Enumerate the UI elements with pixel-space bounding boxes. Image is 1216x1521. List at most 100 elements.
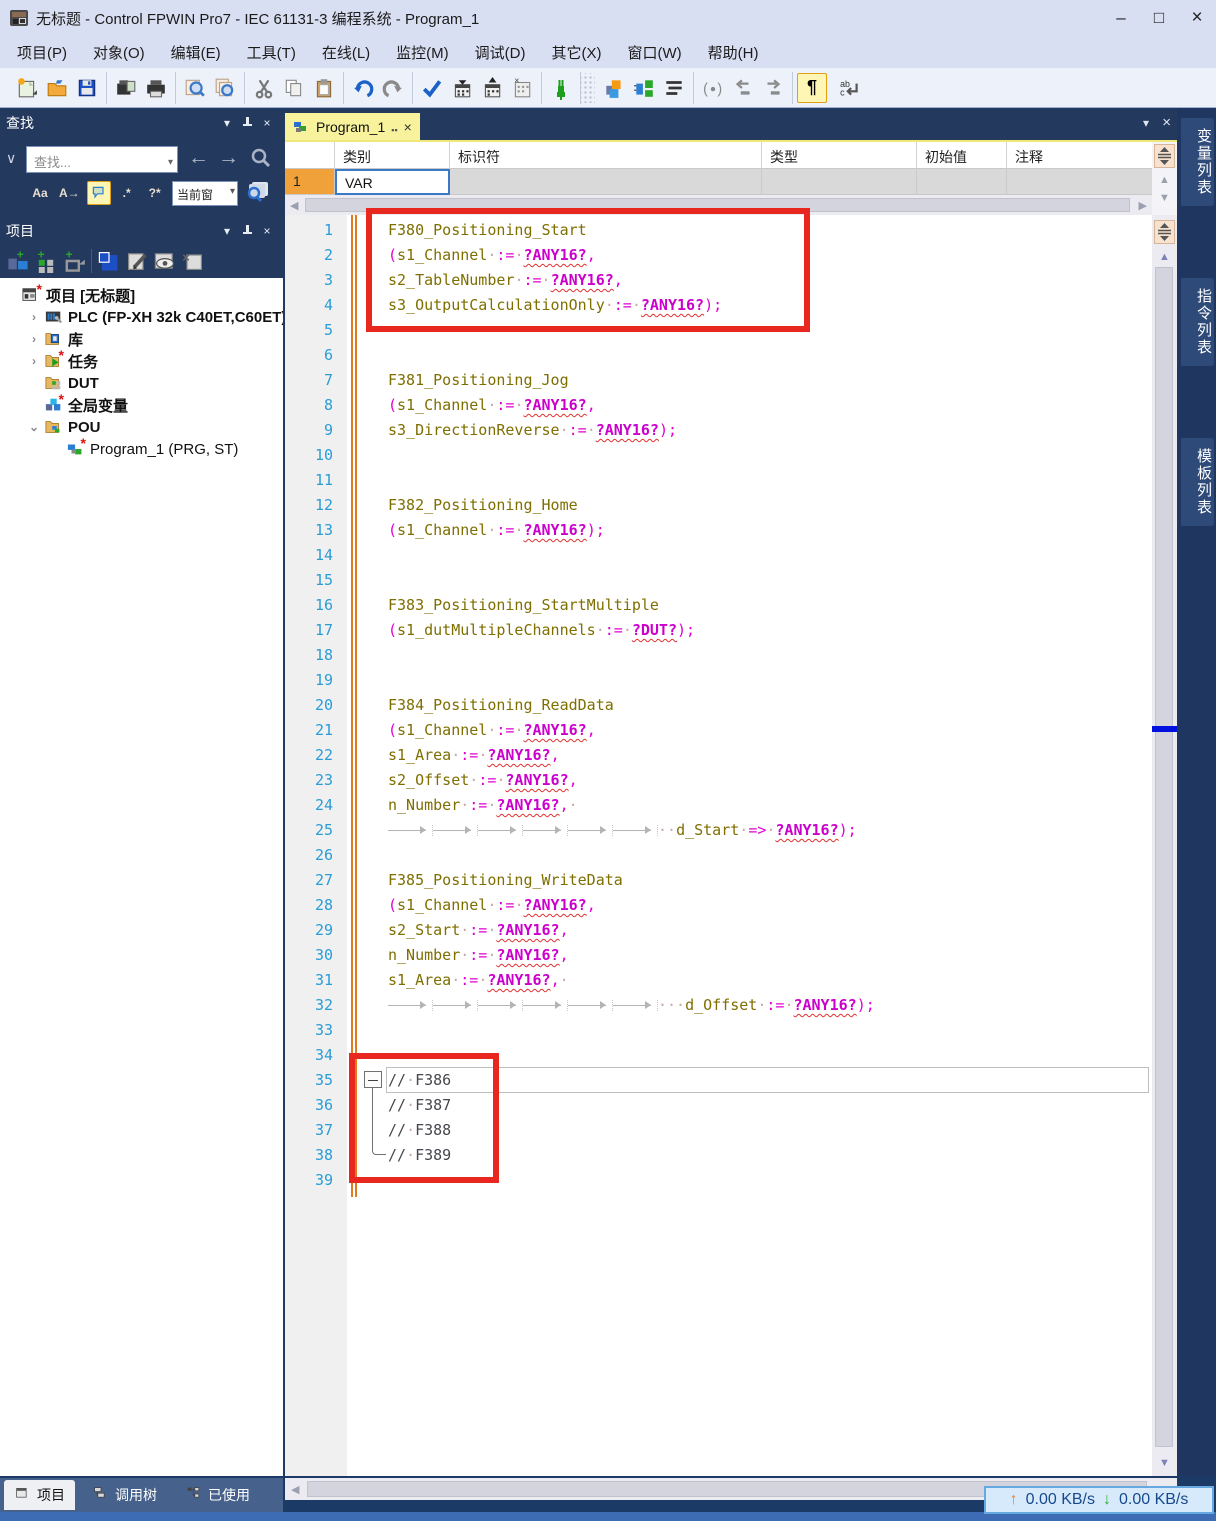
code-line-6[interactable]: 6 bbox=[285, 343, 1152, 368]
tree-expander-icon[interactable]: ⌄ bbox=[26, 420, 42, 434]
col-header-type[interactable]: 类型 bbox=[762, 142, 917, 169]
right-dock-tab-2[interactable]: 模板列表 bbox=[1181, 438, 1214, 526]
menu-item-5[interactable]: 监控(M) bbox=[383, 37, 462, 68]
code-line-28[interactable]: 28(s1_Channel·:=·?ANY16?, bbox=[285, 893, 1152, 918]
tree-expander-icon[interactable]: › bbox=[26, 310, 42, 324]
scroll-left-icon[interactable]: ◀ bbox=[290, 199, 298, 212]
search-input[interactable]: 查找... ▾ bbox=[26, 146, 178, 173]
tree-item-plc-fp-xh-32k-c40et-c60et-[interactable]: ›PLC (FP-XH 32k C40ET,C60ET) bbox=[0, 306, 283, 328]
search-icon[interactable] bbox=[250, 147, 272, 174]
code-line-22[interactable]: 22s1_Area·:=·?ANY16?, bbox=[285, 743, 1152, 768]
add-dut-icon[interactable]: + bbox=[32, 247, 60, 275]
minimize-button[interactable]: – bbox=[1104, 4, 1138, 32]
upload-from-plc-icon[interactable] bbox=[477, 73, 507, 103]
code-line-8[interactable]: 8(s1_Channel·:=·?ANY16?, bbox=[285, 393, 1152, 418]
initial-cell[interactable] bbox=[917, 169, 1007, 195]
menu-item-7[interactable]: 其它(X) bbox=[539, 37, 615, 68]
insert-variable-icon[interactable] bbox=[599, 73, 629, 103]
menu-item-3[interactable]: 工具(T) bbox=[234, 37, 309, 68]
menu-item-6[interactable]: 调试(D) bbox=[462, 37, 539, 68]
code-line-7[interactable]: 7F381_Positioning_Jog bbox=[285, 368, 1152, 393]
close-button[interactable]: × bbox=[1180, 4, 1214, 32]
code-line-15[interactable]: 15 bbox=[285, 568, 1152, 593]
code-line-26[interactable]: 26 bbox=[285, 843, 1152, 868]
braces-icon[interactable]: () bbox=[698, 73, 728, 103]
search-all-windows-icon[interactable] bbox=[244, 180, 272, 211]
tab-close-icon[interactable]: × bbox=[404, 119, 412, 135]
code-line-16[interactable]: 16F383_Positioning_StartMultiple bbox=[285, 593, 1152, 618]
code-line-30[interactable]: 30n_Number·:=·?ANY16?, bbox=[285, 943, 1152, 968]
tab-program-1[interactable]: Program_1 ▪▪ × bbox=[285, 113, 420, 140]
code-line-23[interactable]: 23s2_Offset·:=·?ANY16?, bbox=[285, 768, 1152, 793]
redo-icon[interactable] bbox=[378, 73, 408, 103]
wildcard-button[interactable]: ?* bbox=[143, 181, 167, 205]
new-object-icon[interactable] bbox=[95, 247, 123, 275]
jump-forward-icon[interactable] bbox=[758, 73, 788, 103]
code-line-11[interactable]: 11 bbox=[285, 468, 1152, 493]
tree-item-program-1-prg-st-[interactable]: *Program_1 (PRG, ST) bbox=[0, 438, 283, 460]
tree-item--[interactable]: *项目 [无标题] bbox=[0, 284, 283, 306]
tree-item-dut[interactable]: DUT bbox=[0, 372, 283, 394]
code-line-17[interactable]: 17(s1_dutMultipleChannels·:=·?DUT?); bbox=[285, 618, 1152, 643]
view-object-icon[interactable] bbox=[151, 247, 179, 275]
grid-scroll-down-icon[interactable]: ▼ bbox=[1159, 192, 1170, 204]
comment-cell[interactable] bbox=[1007, 169, 1152, 195]
code-line-9[interactable]: 9s3_DirectionReverse·:=·?ANY16?); bbox=[285, 418, 1152, 443]
code-line-33[interactable]: 33 bbox=[285, 1018, 1152, 1043]
show-whitespace-icon[interactable]: ¶ bbox=[797, 73, 827, 103]
tab-list-dropdown-icon[interactable]: ▾ bbox=[1143, 116, 1149, 130]
match-case-button[interactable]: Aa bbox=[28, 181, 52, 205]
find-icon[interactable] bbox=[180, 73, 210, 103]
dock-tab-1[interactable]: 调用树 bbox=[82, 1480, 167, 1510]
menu-item-9[interactable]: 帮助(H) bbox=[695, 37, 772, 68]
regex-button[interactable]: .* bbox=[115, 181, 139, 205]
editor-splitter-icon[interactable] bbox=[1154, 220, 1175, 244]
row-number-cell[interactable]: 1 bbox=[285, 169, 335, 195]
code-editor[interactable]: 1F380_Positioning_Start2(s1_Channel·:=·?… bbox=[285, 215, 1152, 1476]
search-history-dropdown-icon[interactable]: ▾ bbox=[168, 157, 173, 168]
pin-icon[interactable] bbox=[237, 224, 257, 239]
add-pou-icon[interactable]: + bbox=[4, 247, 32, 275]
grid-splitter-icon[interactable] bbox=[1154, 144, 1175, 168]
menu-item-2[interactable]: 编辑(E) bbox=[158, 37, 234, 68]
col-header-initial[interactable]: 初始值 bbox=[917, 142, 1007, 169]
whole-word-button[interactable]: A→ bbox=[56, 181, 83, 205]
verify-plc-icon[interactable]: × bbox=[507, 73, 537, 103]
convert-text-icon[interactable]: abc bbox=[835, 73, 865, 103]
pin-icon[interactable] bbox=[237, 116, 257, 131]
compile-check-icon[interactable] bbox=[417, 73, 447, 103]
print-preview-icon[interactable] bbox=[111, 73, 141, 103]
grid-scroll-up-icon[interactable]: ▲ bbox=[1159, 174, 1170, 186]
online-mode-icon[interactable] bbox=[546, 73, 576, 103]
scroll-left-icon[interactable]: ◀ bbox=[291, 1483, 299, 1496]
tree-item-pou[interactable]: ⌄POU bbox=[0, 416, 283, 438]
right-dock-tab-0[interactable]: 变量列表 bbox=[1181, 118, 1214, 206]
panel-menu-icon[interactable]: ▾ bbox=[217, 224, 237, 238]
find-previous-button[interactable]: ← bbox=[188, 146, 209, 170]
code-line-27[interactable]: 27F385_Positioning_WriteData bbox=[285, 868, 1152, 893]
paste-icon[interactable] bbox=[309, 73, 339, 103]
code-line-31[interactable]: 31s1_Area·:=·?ANY16?,· bbox=[285, 968, 1152, 993]
panel-menu-icon[interactable]: ▾ bbox=[217, 116, 237, 130]
tree-expander-icon[interactable]: › bbox=[26, 354, 42, 368]
code-line-12[interactable]: 12F382_Positioning_Home bbox=[285, 493, 1152, 518]
document-close-icon[interactable]: × bbox=[1162, 114, 1171, 131]
undo-icon[interactable] bbox=[348, 73, 378, 103]
editor-scroll-down-icon[interactable]: ▼ bbox=[1159, 1457, 1170, 1469]
download-to-plc-icon[interactable] bbox=[447, 73, 477, 103]
expand-search-options-icon[interactable]: ∨ bbox=[6, 150, 16, 167]
type-cell[interactable] bbox=[762, 169, 917, 195]
open-folder-icon[interactable] bbox=[42, 73, 72, 103]
scroll-right-icon[interactable]: ▶ bbox=[1139, 199, 1147, 212]
new-file-icon[interactable] bbox=[12, 73, 42, 103]
cut-icon[interactable] bbox=[249, 73, 279, 103]
code-line-14[interactable]: 14 bbox=[285, 543, 1152, 568]
find-next-button[interactable]: → bbox=[218, 146, 239, 170]
tree-item--[interactable]: ›库 bbox=[0, 328, 283, 350]
menu-item-4[interactable]: 在线(L) bbox=[309, 37, 383, 68]
edit-object-icon[interactable] bbox=[123, 247, 151, 275]
save-icon[interactable] bbox=[72, 73, 102, 103]
category-cell[interactable]: VAR bbox=[335, 169, 450, 195]
col-header-identifier[interactable]: 标识符 bbox=[450, 142, 762, 169]
delete-object-icon[interactable]: × bbox=[179, 247, 207, 275]
